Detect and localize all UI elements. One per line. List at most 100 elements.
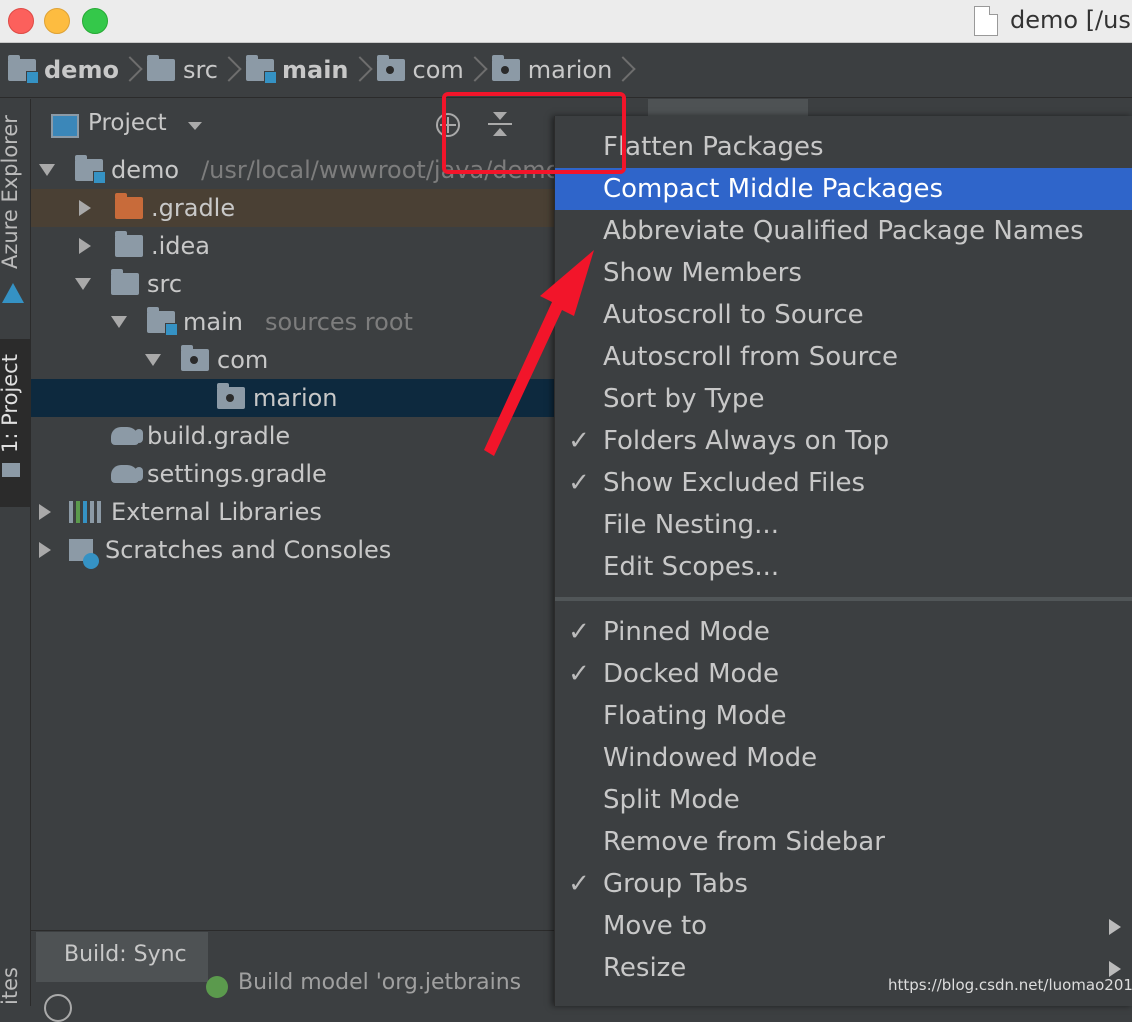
tree-node-label: main bbox=[183, 308, 243, 336]
collapsed-arrow-icon[interactable] bbox=[39, 504, 51, 520]
expand-arrow-icon[interactable] bbox=[75, 278, 91, 290]
tree-node-label: settings.gradle bbox=[147, 460, 327, 488]
excluded-folder-icon bbox=[115, 193, 143, 219]
menu-item-label: Sort by Type bbox=[603, 384, 765, 414]
package-icon bbox=[491, 55, 520, 81]
collapsed-arrow-icon[interactable] bbox=[79, 200, 91, 216]
build-output-line: Build model 'org.jetbrains bbox=[238, 970, 522, 995]
tab-favorites[interactable]: ites bbox=[0, 967, 22, 1005]
tree-node-label: .idea bbox=[151, 232, 211, 260]
menu-item-label: Windowed Mode bbox=[603, 743, 818, 773]
menu-item-remove-from-sidebar[interactable]: Remove from Sidebar bbox=[555, 821, 1132, 863]
close-window-button[interactable] bbox=[8, 8, 34, 34]
chevron-down-icon[interactable] bbox=[188, 122, 202, 130]
menu-item-sort-by-type[interactable]: Sort by Type bbox=[555, 378, 1132, 420]
menu-item-move-to[interactable]: Move to bbox=[555, 905, 1132, 947]
document-icon bbox=[974, 6, 998, 36]
window-titlebar: demo [/us bbox=[0, 0, 1132, 43]
minimize-window-button[interactable] bbox=[44, 8, 70, 34]
menu-item-folders-always-on-top[interactable]: ✓ Folders Always on Top bbox=[555, 420, 1132, 462]
menu-item-show-members[interactable]: Show Members bbox=[555, 252, 1132, 294]
breadcrumb: demo src main com marion bbox=[0, 43, 1132, 98]
menu-item-label: Group Tabs bbox=[603, 869, 748, 899]
menu-item-file-nesting[interactable]: File Nesting... bbox=[555, 504, 1132, 546]
menu-item-split-mode[interactable]: Split Mode bbox=[555, 779, 1132, 821]
menu-item-docked-mode[interactable]: ✓ Docked Mode bbox=[555, 653, 1132, 695]
breadcrumb-item-demo[interactable]: demo bbox=[8, 55, 147, 85]
chevron-right-icon bbox=[620, 55, 632, 85]
package-icon bbox=[376, 55, 405, 81]
refresh-icon[interactable] bbox=[44, 994, 72, 1022]
gradle-icon bbox=[111, 465, 143, 483]
gradle-icon bbox=[111, 427, 143, 445]
breadcrumb-label: main bbox=[282, 56, 349, 84]
expand-arrow-icon[interactable] bbox=[39, 164, 55, 176]
menu-item-label: Flatten Packages bbox=[603, 132, 824, 162]
menu-item-pinned-mode[interactable]: ✓ Pinned Mode bbox=[555, 611, 1132, 653]
project-view-icon bbox=[51, 114, 79, 138]
breadcrumb-item-main[interactable]: main bbox=[246, 55, 377, 85]
tree-node-label: .gradle bbox=[151, 194, 236, 222]
view-options-menu: Flatten Packages Compact Middle Packages… bbox=[554, 116, 1132, 1006]
menu-item-label: Floating Mode bbox=[603, 701, 787, 731]
menu-item-flatten-packages[interactable]: Flatten Packages bbox=[555, 126, 1132, 168]
success-icon bbox=[206, 976, 228, 998]
menu-item-label: Docked Mode bbox=[603, 659, 779, 689]
tab-azure-explorer[interactable]: Azure Explorer bbox=[0, 115, 22, 269]
check-icon: ✓ bbox=[568, 617, 590, 647]
package-icon bbox=[181, 345, 209, 371]
menu-item-floating-mode[interactable]: Floating Mode bbox=[555, 695, 1132, 737]
left-tool-strip: Azure Explorer 1: Project ites bbox=[0, 99, 31, 1006]
menu-item-label: Compact Middle Packages bbox=[603, 174, 944, 204]
menu-item-label: Folders Always on Top bbox=[603, 426, 890, 456]
project-view-selector[interactable]: Project bbox=[88, 110, 167, 136]
source-folder-icon bbox=[147, 307, 178, 336]
tree-node-external-libraries[interactable]: External Libraries bbox=[31, 493, 554, 531]
menu-item-group-tabs[interactable]: ✓ Group Tabs bbox=[555, 863, 1132, 905]
expand-arrow-icon[interactable] bbox=[145, 354, 161, 366]
folder-icon bbox=[115, 231, 143, 257]
collapsed-arrow-icon[interactable] bbox=[39, 542, 51, 558]
module-folder-icon bbox=[8, 55, 39, 84]
tree-node-label: marion bbox=[253, 384, 338, 412]
zoom-window-button[interactable] bbox=[82, 8, 108, 34]
check-icon: ✓ bbox=[568, 869, 590, 899]
menu-item-label: Autoscroll from Source bbox=[603, 342, 899, 372]
tree-node-label: com bbox=[217, 346, 269, 374]
tree-node-settings-gradle[interactable]: settings.gradle bbox=[31, 455, 554, 493]
expand-arrow-icon[interactable] bbox=[111, 316, 127, 328]
collapsed-arrow-icon[interactable] bbox=[79, 238, 91, 254]
breadcrumb-label: demo bbox=[44, 56, 119, 84]
breadcrumb-item-src[interactable]: src bbox=[146, 55, 246, 85]
menu-item-edit-scopes[interactable]: Edit Scopes... bbox=[555, 546, 1132, 588]
submenu-arrow-icon bbox=[1109, 961, 1121, 977]
package-icon bbox=[217, 383, 245, 409]
annotation-highlight-box bbox=[442, 92, 626, 174]
tree-node-label: demo bbox=[111, 156, 180, 184]
menu-item-label: Abbreviate Qualified Package Names bbox=[603, 216, 1084, 246]
tree-node-scratches[interactable]: Scratches and Consoles bbox=[31, 531, 554, 569]
tab-project[interactable]: 1: Project bbox=[0, 354, 22, 453]
check-icon: ✓ bbox=[568, 659, 590, 689]
azure-icon bbox=[2, 283, 24, 303]
menu-item-compact-middle-packages[interactable]: Compact Middle Packages bbox=[555, 168, 1132, 210]
folder-icon bbox=[146, 55, 175, 81]
annotation-arrow bbox=[484, 250, 594, 456]
menu-item-label: Remove from Sidebar bbox=[603, 827, 885, 857]
tree-node-gradle-dir[interactable]: .gradle bbox=[31, 189, 554, 227]
menu-item-autoscroll-from-source[interactable]: Autoscroll from Source bbox=[555, 336, 1132, 378]
libraries-icon bbox=[69, 501, 101, 523]
menu-item-label: File Nesting... bbox=[603, 510, 779, 540]
menu-item-label: Split Mode bbox=[603, 785, 740, 815]
menu-item-windowed-mode[interactable]: Windowed Mode bbox=[555, 737, 1132, 779]
breadcrumb-item-com[interactable]: com bbox=[376, 55, 492, 85]
menu-item-autoscroll-to-source[interactable]: Autoscroll to Source bbox=[555, 294, 1132, 336]
menu-item-show-excluded-files[interactable]: ✓ Show Excluded Files bbox=[555, 462, 1132, 504]
menu-item-label: Resize bbox=[603, 953, 687, 983]
breadcrumb-item-marion[interactable]: marion bbox=[491, 55, 641, 85]
breadcrumb-label: marion bbox=[527, 56, 613, 84]
watermark-text: https://blog.csdn.net/luomao2012 bbox=[888, 976, 1132, 994]
menu-item-abbreviate-package-names[interactable]: Abbreviate Qualified Package Names bbox=[555, 210, 1132, 252]
module-folder-icon bbox=[75, 155, 106, 184]
chevron-right-icon bbox=[357, 55, 369, 85]
